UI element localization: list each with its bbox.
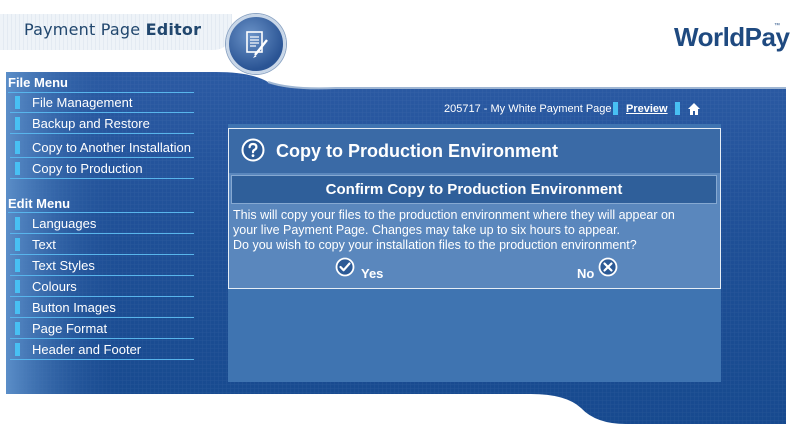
trademark-mark: ™ (774, 23, 780, 29)
app-title-bold: Editor (145, 20, 202, 39)
sidebar-item-label: Colours (32, 279, 77, 294)
bullet-bar (15, 259, 20, 272)
sidebar-item-label: Button Images (32, 300, 116, 315)
sidebar-item-file-management[interactable]: File Management (10, 93, 194, 113)
sidebar-item-languages[interactable]: Languages (10, 214, 194, 234)
dialog-subtitle: Confirm Copy to Production Environment (325, 181, 623, 198)
yes-button[interactable]: Yes (335, 257, 383, 281)
question-icon (241, 138, 265, 162)
sidebar-item-label: Copy to Another Installation (32, 140, 191, 155)
yes-label: Yes (361, 266, 384, 281)
bullet-bar (15, 96, 20, 109)
preview-link[interactable]: Preview (626, 103, 668, 115)
bullet-bar (15, 301, 20, 314)
dialog-title: Copy to Production Environment (276, 141, 558, 161)
sidebar-item-label: File Management (32, 95, 133, 110)
bullet-bar (15, 322, 20, 335)
bullet-bar (15, 162, 20, 175)
sidebar-item-button-images[interactable]: Button Images (10, 298, 194, 318)
sidebar-item-label: Copy to Production (32, 161, 143, 176)
sidebar-item-text-styles[interactable]: Text Styles (10, 256, 194, 276)
sidebar-item-label: Header and Footer (32, 342, 142, 357)
message-line: This will copy your files to the product… (233, 208, 675, 222)
no-label: No (577, 266, 595, 281)
sidebar-item-label: Page Format (32, 321, 108, 336)
file-menu-heading: File Menu (8, 75, 68, 90)
bullet-bar (15, 238, 20, 251)
bullet-bar (15, 280, 20, 293)
sidebar-item-header-and-footer[interactable]: Header and Footer (10, 340, 194, 360)
divider (8, 212, 194, 213)
dialog-subtitle-bar: Confirm Copy to Production Environment (231, 175, 717, 204)
dialog-header: Copy to Production Environment (229, 129, 720, 173)
bullet-bar (15, 343, 20, 356)
edit-menu-heading: Edit Menu (8, 196, 71, 211)
dialog-message: This will copy your files to the product… (233, 208, 718, 253)
separator-bar (675, 102, 680, 115)
bullet-bar (15, 141, 20, 154)
bullet-bar (15, 217, 20, 230)
message-line: your live Payment Page. Changes may take… (233, 223, 621, 237)
app-title: Payment Page Editor (24, 20, 201, 39)
app-title-regular: Payment Page (24, 20, 141, 39)
sidebar-item-label: Text Styles (32, 258, 95, 273)
sidebar-item-label: Text (32, 237, 56, 252)
installation-name: 205717 - My White Payment Page (444, 103, 612, 115)
copy-to-production-dialog: Copy to Production Environment Confirm C… (228, 128, 721, 289)
no-button[interactable]: No (577, 257, 618, 281)
sidebar-item-page-format[interactable]: Page Format (10, 319, 194, 339)
bullet-bar (15, 117, 20, 130)
x-icon (598, 257, 618, 277)
document-pencil-icon (226, 14, 286, 74)
sidebar-item-label: Backup and Restore (32, 116, 150, 131)
sidebar-item-label: Languages (32, 216, 97, 231)
sidebar-item-copy-to-another-installation[interactable]: Copy to Another Installation (10, 138, 194, 158)
sidebar-item-colours[interactable]: Colours (10, 277, 194, 297)
worldpay-logo: WorldPay (674, 22, 790, 52)
home-icon[interactable] (687, 102, 701, 116)
sidebar-item-copy-to-production[interactable]: Copy to Production (10, 159, 194, 179)
sidebar-item-backup-and-restore[interactable]: Backup and Restore (10, 114, 194, 134)
separator-bar (613, 102, 618, 115)
sidebar-item-text[interactable]: Text (10, 235, 194, 255)
message-line: Do you wish to copy your installation fi… (233, 238, 637, 252)
checkmark-icon (335, 257, 355, 277)
